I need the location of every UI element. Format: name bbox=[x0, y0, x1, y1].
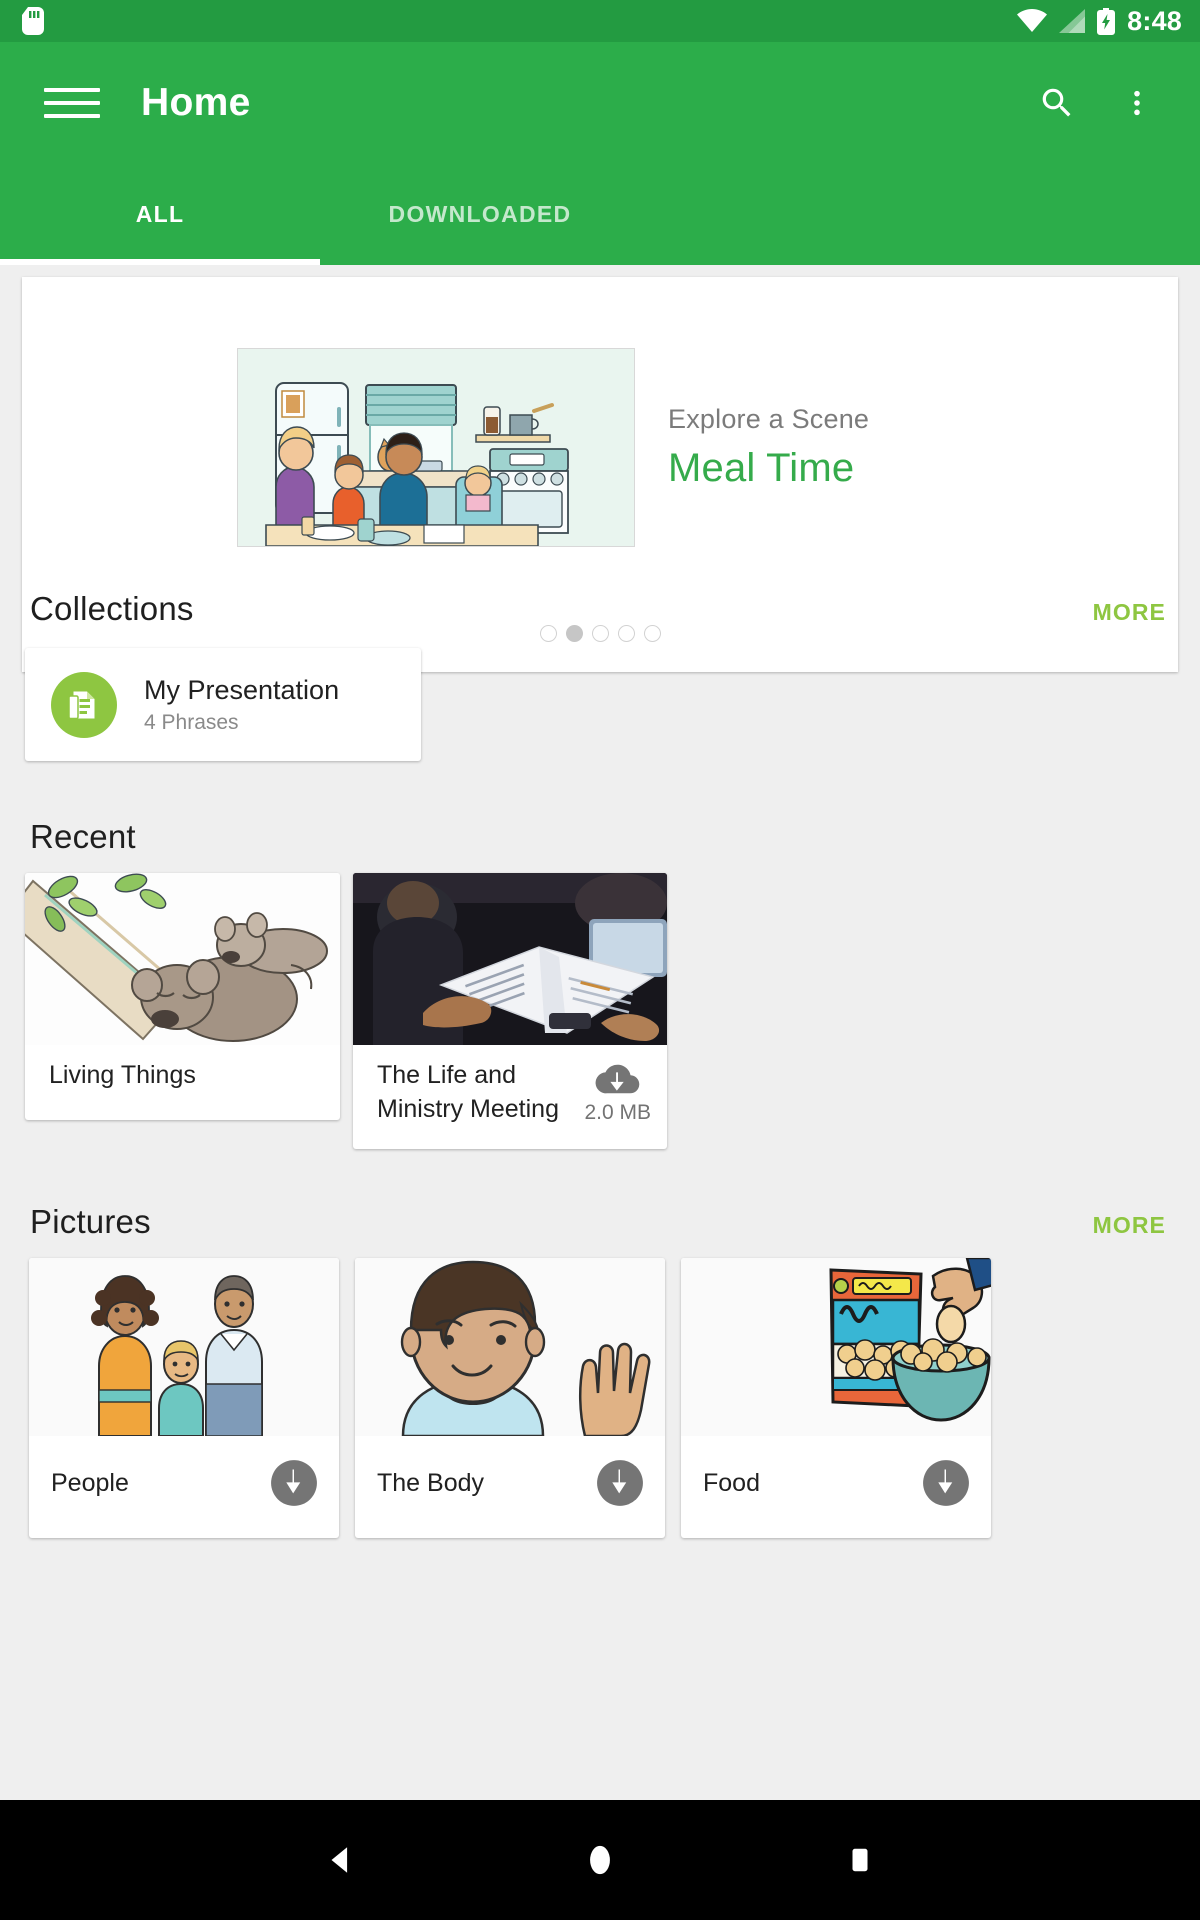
recent-card-living-things[interactable]: Living Things bbox=[25, 873, 340, 1120]
recent-card-body: The Life and Ministry Meeting 2.0 MB bbox=[353, 1045, 667, 1127]
status-bar-clock: 8:48 bbox=[1127, 5, 1182, 36]
collection-card-meta: My Presentation 4 Phrases bbox=[144, 675, 339, 735]
recent-card-image bbox=[353, 873, 667, 1045]
hero-kicker: Explore a Scene bbox=[668, 403, 870, 434]
picture-card-image bbox=[29, 1258, 339, 1436]
page-title: Home bbox=[141, 81, 251, 124]
pictures-more-button[interactable]: MORE bbox=[1093, 1212, 1166, 1239]
recent-card-title: The Life and Ministry Meeting bbox=[377, 1061, 559, 1123]
collections-heading: Collections bbox=[30, 590, 194, 627]
collection-name: My Presentation bbox=[144, 674, 340, 705]
download-size-label: 2.0 MB bbox=[584, 1101, 651, 1124]
cellular-signal-icon bbox=[1059, 9, 1086, 33]
app-bar: Home ALL DOWNLOADED bbox=[0, 42, 1200, 265]
download-button[interactable]: 2.0 MB bbox=[584, 1061, 651, 1125]
recent-card-row: Living Things The Life and Ministry Meet… bbox=[0, 873, 1200, 1158]
picture-card-title: The Body bbox=[377, 1468, 485, 1497]
download-circle-icon[interactable] bbox=[921, 1458, 971, 1508]
download-circle-icon[interactable] bbox=[269, 1458, 319, 1508]
pictures-card-row: People The Body Food bbox=[0, 1258, 1200, 1558]
recent-card-image bbox=[25, 873, 340, 1045]
tab-bar: ALL DOWNLOADED bbox=[0, 164, 1200, 265]
status-bar: 8:48 bbox=[0, 0, 1200, 42]
battery-charging-icon bbox=[1097, 7, 1116, 35]
status-bar-left bbox=[22, 7, 44, 35]
cloud-download-icon bbox=[594, 1061, 642, 1099]
hero-title: Meal Time bbox=[668, 445, 855, 490]
more-vertical-icon[interactable] bbox=[1108, 74, 1166, 132]
picture-card-title: People bbox=[51, 1468, 129, 1497]
status-bar-right: 8:48 bbox=[1017, 5, 1182, 36]
picture-card-image bbox=[681, 1258, 991, 1436]
collections-more-button[interactable]: MORE bbox=[1093, 599, 1166, 626]
hamburger-menu-icon[interactable] bbox=[44, 83, 100, 123]
tab-downloaded[interactable]: DOWNLOADED bbox=[320, 164, 640, 265]
app-screen: 8:48 Home ALL DOWNLOADED Explore a Scene… bbox=[0, 0, 1200, 1920]
picture-card-people[interactable]: People bbox=[29, 1258, 339, 1538]
collection-subtitle: 4 Phrases bbox=[144, 710, 239, 734]
picture-card-the-body[interactable]: The Body bbox=[355, 1258, 665, 1538]
app-bar-top-row: Home bbox=[0, 42, 1200, 164]
download-circle-icon[interactable] bbox=[595, 1458, 645, 1508]
picture-card-image bbox=[355, 1258, 665, 1436]
hero-scene-thumbnail bbox=[237, 347, 635, 547]
recent-card-life-and-ministry-meeting[interactable]: The Life and Ministry Meeting 2.0 MB bbox=[353, 873, 667, 1149]
navigation-recents-icon[interactable] bbox=[825, 1825, 895, 1895]
tab-downloaded-label: DOWNLOADED bbox=[388, 201, 572, 227]
tab-all[interactable]: ALL bbox=[0, 164, 320, 265]
picture-card-food[interactable]: Food bbox=[681, 1258, 991, 1538]
recent-card-body: Living Things bbox=[25, 1045, 340, 1093]
navigation-back-icon[interactable] bbox=[305, 1825, 375, 1895]
picture-card-title: Food bbox=[703, 1468, 760, 1497]
hero-content: Explore a Scene Meal Time bbox=[22, 277, 1178, 617]
search-icon[interactable] bbox=[1028, 74, 1086, 132]
tab-active-indicator bbox=[0, 259, 320, 265]
picture-card-body: The Body bbox=[355, 1436, 665, 1508]
pictures-section-header: Pictures MORE bbox=[0, 1203, 1200, 1241]
collections-section-header: Collections MORE bbox=[0, 590, 1200, 628]
app-bar-actions bbox=[1028, 74, 1200, 132]
navigation-home-icon[interactable] bbox=[565, 1825, 635, 1895]
android-navigation-bar bbox=[0, 1800, 1200, 1920]
presentation-document-icon bbox=[51, 671, 117, 738]
collection-card-my-presentation[interactable]: My Presentation 4 Phrases bbox=[25, 648, 421, 761]
pictures-heading: Pictures bbox=[30, 1203, 151, 1240]
wifi-icon bbox=[1017, 9, 1048, 33]
hero-text-block: Explore a Scene Meal Time bbox=[668, 404, 869, 491]
recent-heading: Recent bbox=[30, 818, 136, 855]
tab-all-label: ALL bbox=[135, 201, 185, 227]
recent-section-header: Recent bbox=[0, 818, 1200, 856]
picture-card-body: Food bbox=[681, 1436, 991, 1508]
picture-card-body: People bbox=[29, 1436, 339, 1508]
sd-card-icon bbox=[22, 7, 44, 35]
recent-card-title: Living Things bbox=[49, 1061, 196, 1089]
